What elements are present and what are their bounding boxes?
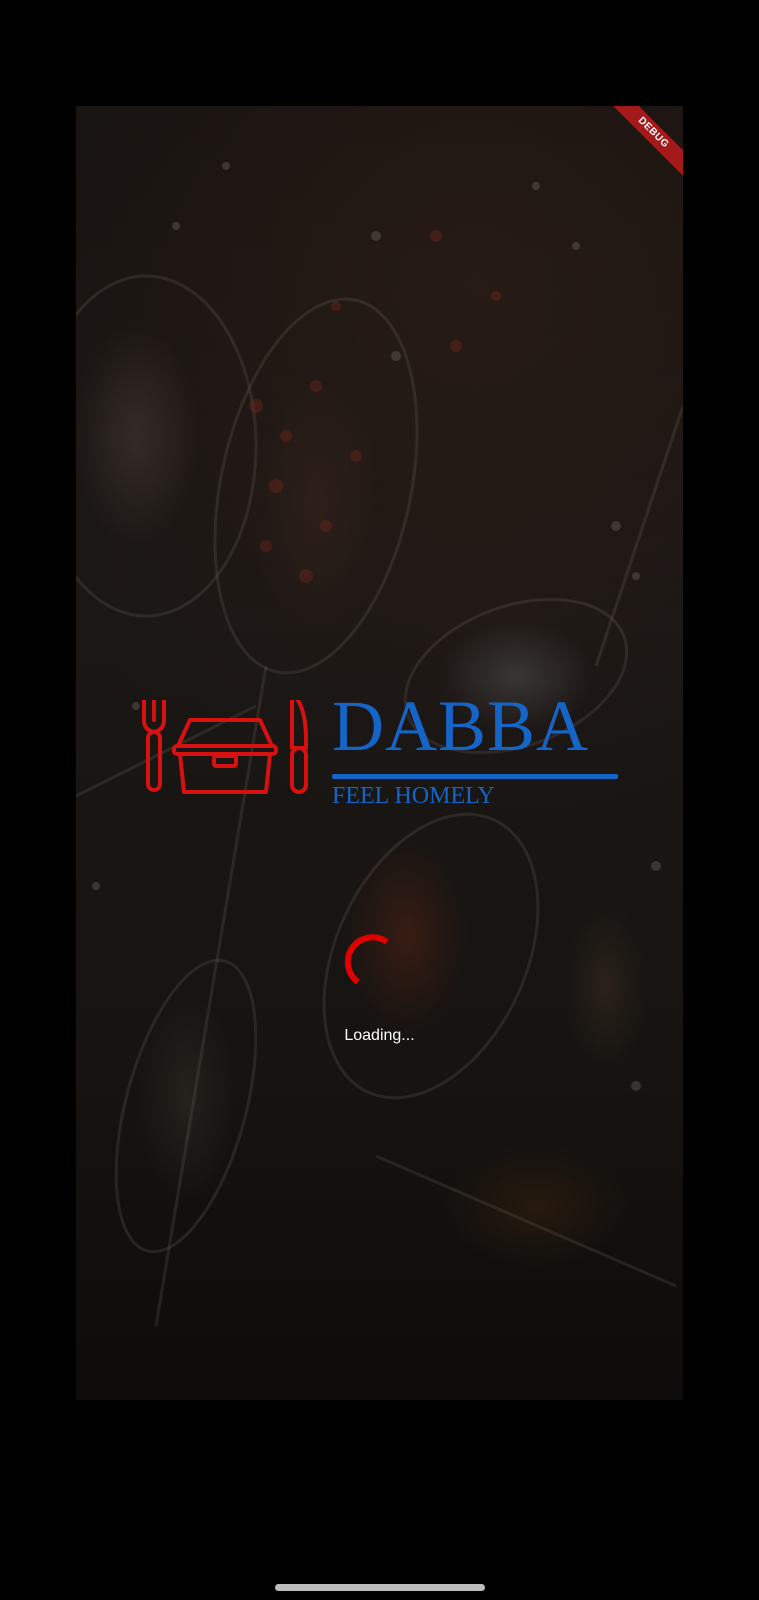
splash-screen: DEBUG DABBA FEEL HOMELY Loading... — [0, 0, 759, 1600]
loading-label: Loading... — [344, 1027, 415, 1044]
knife-icon — [290, 700, 308, 794]
brand-tagline: FEEL HOMELY — [332, 783, 495, 809]
app-logo: DABBA FEEL HOMELY — [140, 690, 620, 812]
loading-spinner-icon — [344, 934, 389, 985]
fork-icon — [142, 700, 166, 792]
home-indicator[interactable] — [275, 1584, 485, 1591]
lunchbox-icon — [172, 718, 278, 794]
logo-icon — [142, 700, 308, 794]
brand-name: DABBA — [332, 686, 590, 766]
brand-underline — [332, 774, 618, 779]
